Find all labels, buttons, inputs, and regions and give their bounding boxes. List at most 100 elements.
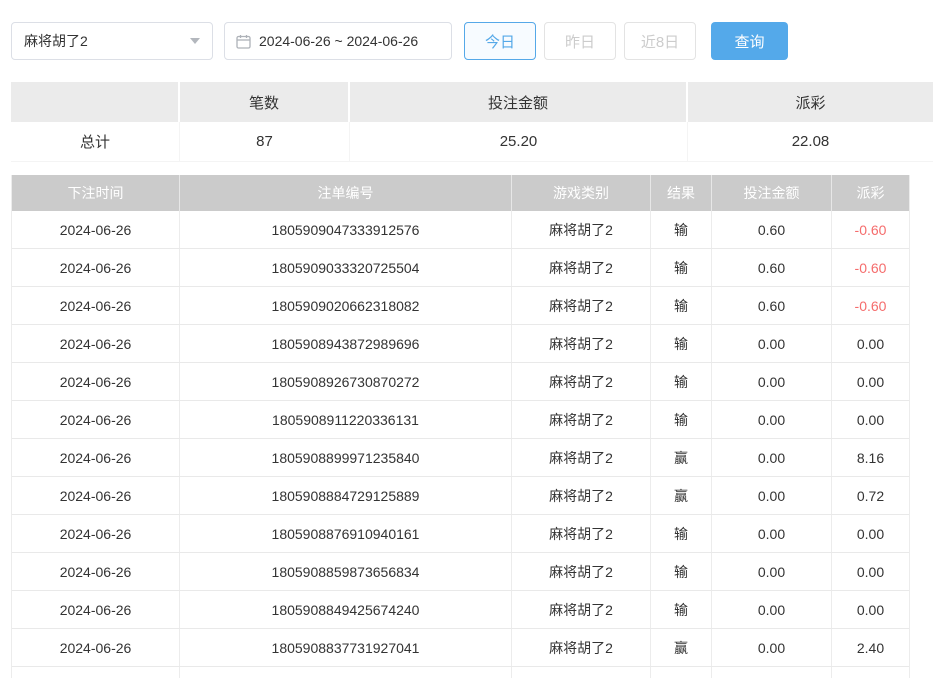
cell-bet-amount: 0.60: [712, 287, 832, 324]
cell-game-type: 麻将胡了2: [512, 287, 651, 324]
cell-payout: -0.60: [832, 211, 909, 248]
summary-table: 笔数 投注金额 派彩 总计 87 25.20 22.08: [11, 82, 933, 162]
calendar-icon: [236, 34, 251, 49]
cell-order-id: 1805908926730870272: [180, 363, 512, 400]
cell-game-type: 麻将胡了2: [512, 211, 651, 248]
cell-order-id: 1805908837731927041: [180, 629, 512, 666]
bet-table-header: 下注时间 注单编号 游戏类别 结果 投注金额 派彩: [12, 175, 909, 211]
cell-order-id: 1805908884729125889: [180, 477, 512, 514]
cell-bet-time: 2024-06-26: [12, 553, 180, 590]
cell-bet-time: 2024-06-26: [12, 211, 180, 248]
cell-payout: 0.00: [832, 553, 909, 590]
cell-order-id: 1805909047333912576: [180, 211, 512, 248]
col-header-payout: 派彩: [832, 175, 909, 211]
cell-order-id: 1805909033320725504: [180, 249, 512, 286]
cell-bet-amount: 0.00: [712, 553, 832, 590]
col-header-order-id: 注单编号: [180, 175, 512, 211]
cell-order-id: [180, 667, 512, 678]
cell-game-type: 麻将胡了2: [512, 629, 651, 666]
cell-bet-amount: 0.00: [712, 629, 832, 666]
summary-total-count: 87: [180, 122, 350, 162]
cell-bet-time: 2024-06-26: [12, 401, 180, 438]
cell-bet-amount: 0.00: [712, 515, 832, 552]
cell-bet-amount: 0.00: [712, 363, 832, 400]
summary-header-row: 笔数 投注金额 派彩: [11, 82, 933, 122]
cell-payout: 8.16: [832, 439, 909, 476]
cell-result: 输: [651, 249, 712, 286]
cell-bet-amount: 0.00: [712, 401, 832, 438]
cell-game-type: 麻将胡了2: [512, 249, 651, 286]
cell-game-type: 麻将胡了2: [512, 553, 651, 590]
summary-header-payout: 派彩: [688, 82, 933, 122]
cell-order-id: 1805908911220336131: [180, 401, 512, 438]
cell-result: 输: [651, 211, 712, 248]
cell-bet-amount: 0.00: [712, 439, 832, 476]
table-row: 2024-06-261805909047333912576麻将胡了2输0.60-…: [12, 211, 909, 249]
bet-table-body: 2024-06-261805909047333912576麻将胡了2输0.60-…: [12, 211, 909, 678]
cell-game-type: 麻将胡了2: [512, 591, 651, 628]
summary-header-bet-amount: 投注金额: [350, 82, 688, 122]
table-row: 2024-06-261805908911220336131麻将胡了2输0.000…: [12, 401, 909, 439]
table-row: 2024-06-261805908859873656834麻将胡了2输0.000…: [12, 553, 909, 591]
table-row: 2024-06-261805908876910940161麻将胡了2输0.000…: [12, 515, 909, 553]
game-select-value: 麻将胡了2: [24, 31, 88, 51]
table-row-partial: [12, 667, 909, 678]
cell-bet-amount: 0.00: [712, 477, 832, 514]
cell-result: 赢: [651, 477, 712, 514]
cell-bet-time: 2024-06-26: [12, 325, 180, 362]
quick-filter-group: 今日昨日近8日: [464, 22, 696, 60]
cell-result: 输: [651, 363, 712, 400]
cell-bet-time: 2024-06-26: [12, 439, 180, 476]
cell-payout: 0.00: [832, 363, 909, 400]
cell-payout: -0.60: [832, 249, 909, 286]
cell-result: 输: [651, 325, 712, 362]
bet-table: 下注时间 注单编号 游戏类别 结果 投注金额 派彩 2024-06-261805…: [11, 175, 910, 678]
table-row: 2024-06-261805908884729125889麻将胡了2赢0.000…: [12, 477, 909, 515]
quick-filter-today[interactable]: 今日: [464, 22, 536, 60]
table-row: 2024-06-261805909020662318082麻将胡了2输0.60-…: [12, 287, 909, 325]
summary-total-row: 总计 87 25.20 22.08: [11, 122, 933, 162]
cell-bet-amount: 0.00: [712, 325, 832, 362]
cell-payout: 0.00: [832, 325, 909, 362]
cell-result: 输: [651, 287, 712, 324]
cell-order-id: 1805908876910940161: [180, 515, 512, 552]
cell-bet-time: [12, 667, 180, 678]
table-row: 2024-06-261805909033320725504麻将胡了2输0.60-…: [12, 249, 909, 287]
cell-game-type: 麻将胡了2: [512, 363, 651, 400]
cell-result: 输: [651, 515, 712, 552]
search-button[interactable]: 查询: [711, 22, 788, 60]
cell-order-id: 1805908849425674240: [180, 591, 512, 628]
table-row: 2024-06-261805908849425674240麻将胡了2输0.000…: [12, 591, 909, 629]
cell-order-id: 1805909020662318082: [180, 287, 512, 324]
col-header-bet-amount: 投注金额: [712, 175, 832, 211]
cell-order-id: 1805908859873656834: [180, 553, 512, 590]
cell-order-id: 1805908899971235840: [180, 439, 512, 476]
cell-game-type: 麻将胡了2: [512, 515, 651, 552]
cell-bet-time: 2024-06-26: [12, 515, 180, 552]
cell-payout: 0.00: [832, 401, 909, 438]
cell-game-type: 麻将胡了2: [512, 439, 651, 476]
cell-payout: 2.40: [832, 629, 909, 666]
cell-order-id: 1805908943872989696: [180, 325, 512, 362]
cell-game-type: [512, 667, 651, 678]
summary-total-payout: 22.08: [688, 122, 933, 162]
date-range-picker[interactable]: 2024-06-26 ~ 2024-06-26: [224, 22, 452, 60]
table-row: 2024-06-261805908899971235840麻将胡了2赢0.008…: [12, 439, 909, 477]
summary-header-count: 笔数: [180, 82, 350, 122]
quick-filter-yesterday[interactable]: 昨日: [544, 22, 616, 60]
cell-result: 赢: [651, 629, 712, 666]
cell-result: 赢: [651, 439, 712, 476]
cell-result: 输: [651, 591, 712, 628]
summary-header-empty: [11, 82, 180, 122]
cell-bet-time: 2024-06-26: [12, 249, 180, 286]
col-header-bet-time: 下注时间: [12, 175, 180, 211]
cell-payout: 0.72: [832, 477, 909, 514]
cell-payout: -0.60: [832, 287, 909, 324]
cell-bet-time: 2024-06-26: [12, 477, 180, 514]
cell-bet-time: 2024-06-26: [12, 363, 180, 400]
cell-bet-amount: 0.60: [712, 211, 832, 248]
col-header-result: 结果: [651, 175, 712, 211]
quick-filter-last8days[interactable]: 近8日: [624, 22, 696, 60]
cell-bet-amount: 0.60: [712, 249, 832, 286]
game-select[interactable]: 麻将胡了2: [11, 22, 213, 60]
